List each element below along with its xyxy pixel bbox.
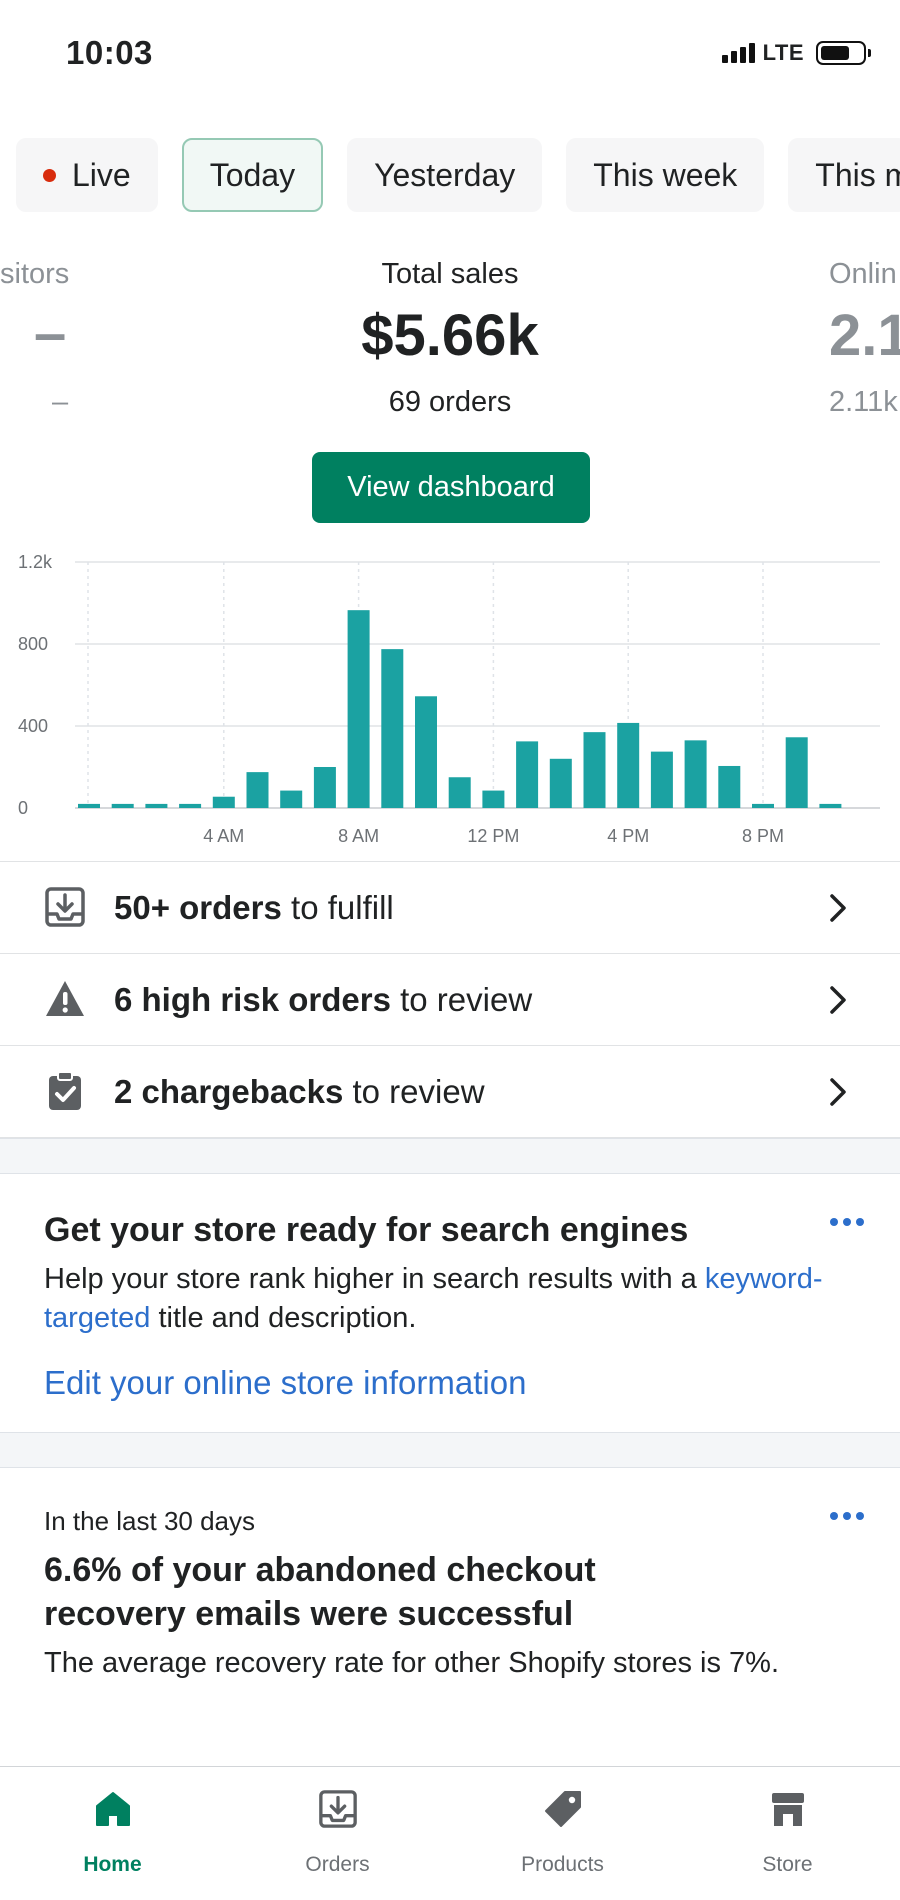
chart-bar <box>684 740 707 808</box>
chart-bar <box>381 649 404 808</box>
chart-bar <box>78 803 100 808</box>
period-label: Yesterday <box>374 156 516 193</box>
section-divider <box>0 1138 900 1174</box>
total-sales-value[interactable]: $5.66k <box>0 302 900 369</box>
y-tick-label: 1.2k <box>18 552 53 572</box>
y-tick-label: 800 <box>18 634 48 654</box>
store-icon <box>771 1793 804 1826</box>
status-bar: 10:03 LTE <box>0 0 900 110</box>
chart-bar <box>313 767 336 808</box>
total-sales-orders: 69 orders <box>388 386 512 418</box>
x-tick-label: 4 PM <box>607 826 649 845</box>
chart-bar <box>482 790 505 808</box>
chart-bar <box>819 803 842 808</box>
tab-products[interactable]: Products <box>450 1767 675 1900</box>
period-this-week-button[interactable]: This week <box>566 138 765 212</box>
y-tick-label: 400 <box>18 716 48 736</box>
seo-body-text: title and description. <box>150 1302 417 1334</box>
x-tick-label: 8 PM <box>742 826 784 845</box>
chart-bar <box>516 741 539 808</box>
more-options-icon[interactable] <box>830 1218 864 1226</box>
y-tick-label: 0 <box>18 798 28 818</box>
recovery-card: In the last 30 days 6.6% of your abandon… <box>0 1468 900 1766</box>
chart-bar <box>583 732 606 808</box>
warning-icon <box>46 981 84 1016</box>
high-risk-orders-row[interactable]: 6 high risk orders to review <box>0 954 900 1046</box>
period-label: Today <box>209 156 296 193</box>
signal-icon <box>721 43 755 63</box>
period-today-button[interactable]: Today <box>181 138 324 212</box>
tag-icon <box>544 1791 581 1827</box>
inbox-download-icon <box>45 887 85 927</box>
orders-icon <box>318 1790 357 1828</box>
alert-text: 2 chargebacks to review <box>114 1072 485 1110</box>
online-value: 2.1 <box>829 303 900 368</box>
tab-label: Home <box>83 1853 142 1876</box>
period-label: Live <box>72 156 131 193</box>
period-this-month-button[interactable]: This m <box>788 138 900 212</box>
network-label: LTE <box>762 40 804 65</box>
sales-chart: 0 400 800 1.2k 4 AM 8 AM 12 PM 4 PM 8 PM <box>18 552 880 845</box>
chevron-right-icon <box>830 1078 846 1106</box>
seo-card-body: Help your store rank higher in search re… <box>44 1260 834 1338</box>
seo-card-title: Get your store ready for search engines <box>44 1211 689 1249</box>
period-label: This m <box>815 156 900 193</box>
tab-label: Orders <box>305 1853 370 1876</box>
period-label: This week <box>593 156 738 193</box>
period-live-button[interactable]: Live <box>16 138 158 212</box>
recovery-card-title: 6.6% of your abandoned checkout recovery… <box>44 1551 596 1633</box>
battery-icon <box>816 41 871 65</box>
chart-bar <box>212 796 235 808</box>
recovery-card-eyebrow: In the last 30 days <box>44 1506 256 1536</box>
chart-bar <box>111 803 134 808</box>
chart-bar <box>415 696 437 808</box>
x-tick-label: 12 PM <box>467 826 519 845</box>
status-indicators: LTE <box>721 40 871 66</box>
tab-home[interactable]: Home <box>0 1767 225 1900</box>
tab-label: Products <box>521 1853 604 1876</box>
period-selector: Live Today Yesterday This week This m <box>16 138 900 212</box>
chart-bar <box>752 803 774 808</box>
home-icon <box>95 1792 130 1826</box>
online-label: Onlin <box>829 258 897 290</box>
bottom-tab-bar: Home Orders Products Store <box>0 1766 900 1900</box>
live-dot-icon <box>43 168 56 182</box>
status-time: 10:03 <box>66 34 153 71</box>
total-sales-label: Total sales <box>381 258 519 290</box>
recovery-card-body: The average recovery rate for other Shop… <box>44 1647 780 1679</box>
section-divider <box>0 1432 900 1468</box>
chart-bar <box>246 772 269 808</box>
chart-bar <box>448 777 471 808</box>
chargebacks-row[interactable]: 2 chargebacks to review <box>0 1046 900 1138</box>
alert-text: 6 high risk orders to review <box>114 980 533 1018</box>
tab-orders[interactable]: Orders <box>225 1767 450 1900</box>
orders-to-fulfill-row[interactable]: 50+ orders to fulfill <box>0 862 900 954</box>
chart-bar <box>145 803 168 808</box>
chevron-right-icon <box>830 894 846 922</box>
more-options-icon[interactable] <box>830 1512 864 1520</box>
chart-bar <box>718 765 741 808</box>
chart-bar <box>549 758 572 808</box>
seo-body-text: Help your store rank higher in search re… <box>44 1263 705 1295</box>
view-dashboard-button[interactable]: View dashboard <box>312 452 590 523</box>
chevron-right-icon <box>830 986 846 1014</box>
chart-bar <box>617 722 640 808</box>
chart-bar <box>280 790 303 808</box>
x-tick-label: 8 AM <box>338 826 379 845</box>
clipboard-check-icon <box>49 1071 81 1110</box>
alerts-list: 50+ orders to fulfill 6 high risk orders… <box>0 861 900 1138</box>
edit-store-info-link[interactable]: Edit your online store information <box>44 1364 526 1402</box>
alert-text: 50+ orders to fulfill <box>114 888 394 926</box>
seo-card: Get your store ready for search engines … <box>0 1174 900 1432</box>
tab-label: Store <box>762 1853 813 1876</box>
tab-store[interactable]: Store <box>675 1767 900 1900</box>
chart-bar <box>650 751 673 808</box>
chart-bar <box>179 803 202 808</box>
chart-bar <box>785 737 808 808</box>
x-tick-label: 4 AM <box>203 826 244 845</box>
period-yesterday-button[interactable]: Yesterday <box>347 138 543 212</box>
chart-bar <box>347 610 370 808</box>
online-sub: 2.11k <box>829 386 898 418</box>
